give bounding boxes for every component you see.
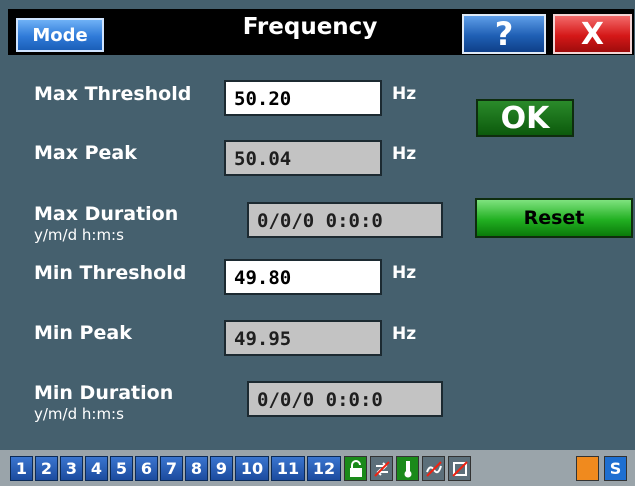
min-peak-value: 49.95: [224, 320, 382, 356]
s-button[interactable]: S: [604, 456, 627, 481]
max-threshold-unit: Hz: [392, 84, 417, 104]
mode-button[interactable]: Mode: [16, 18, 104, 52]
ok-button[interactable]: OK: [476, 99, 574, 137]
thermometer-icon[interactable]: [396, 456, 419, 481]
min-peak-label: Min Peak: [34, 322, 132, 344]
frequency-window: Mode Frequency ? X Max Threshold 50.20 H…: [0, 0, 635, 486]
min-peak-unit: Hz: [392, 324, 417, 344]
max-duration-label: Max Duration: [34, 203, 179, 225]
screen-button-12[interactable]: 12: [307, 456, 341, 481]
disabled-swap-icon[interactable]: [370, 456, 393, 481]
screen-button-8[interactable]: 8: [185, 456, 208, 481]
close-button[interactable]: X: [553, 14, 632, 54]
min-duration-label: Min Duration: [34, 382, 174, 404]
disabled-wave-icon[interactable]: [422, 456, 445, 481]
reset-button[interactable]: Reset: [475, 198, 633, 238]
disabled-chart-icon[interactable]: [448, 456, 471, 481]
max-peak-unit: Hz: [392, 144, 417, 164]
min-duration-value: 0/0/0 0:0:0: [247, 381, 443, 417]
max-peak-label: Max Peak: [34, 142, 137, 164]
max-peak-value: 50.04: [224, 140, 382, 176]
screen-button-9[interactable]: 9: [210, 456, 233, 481]
screen-button-2[interactable]: 2: [35, 456, 58, 481]
lock-icon[interactable]: [344, 456, 367, 481]
screen-button-1[interactable]: 1: [10, 456, 33, 481]
min-threshold-label: Min Threshold: [34, 262, 187, 284]
min-threshold-input[interactable]: 49.80: [224, 259, 382, 295]
screen-button-3[interactable]: 3: [60, 456, 83, 481]
screen-button-7[interactable]: 7: [160, 456, 183, 481]
screen-button-4[interactable]: 4: [85, 456, 108, 481]
max-duration-sublabel: y/m/d h:m:s: [34, 226, 124, 244]
page-title: Frequency: [242, 14, 378, 40]
screen-button-6[interactable]: 6: [135, 456, 158, 481]
help-button[interactable]: ?: [462, 14, 546, 54]
screen-button-11[interactable]: 11: [271, 456, 305, 481]
max-threshold-label: Max Threshold: [34, 83, 192, 105]
min-threshold-unit: Hz: [392, 263, 417, 283]
screen-button-5[interactable]: 5: [110, 456, 133, 481]
orange-status-icon[interactable]: [576, 456, 599, 481]
screen-button-10[interactable]: 10: [235, 456, 269, 481]
max-duration-value: 0/0/0 0:0:0: [247, 202, 443, 238]
min-duration-sublabel: y/m/d h:m:s: [34, 405, 124, 423]
max-threshold-input[interactable]: 50.20: [224, 80, 382, 116]
